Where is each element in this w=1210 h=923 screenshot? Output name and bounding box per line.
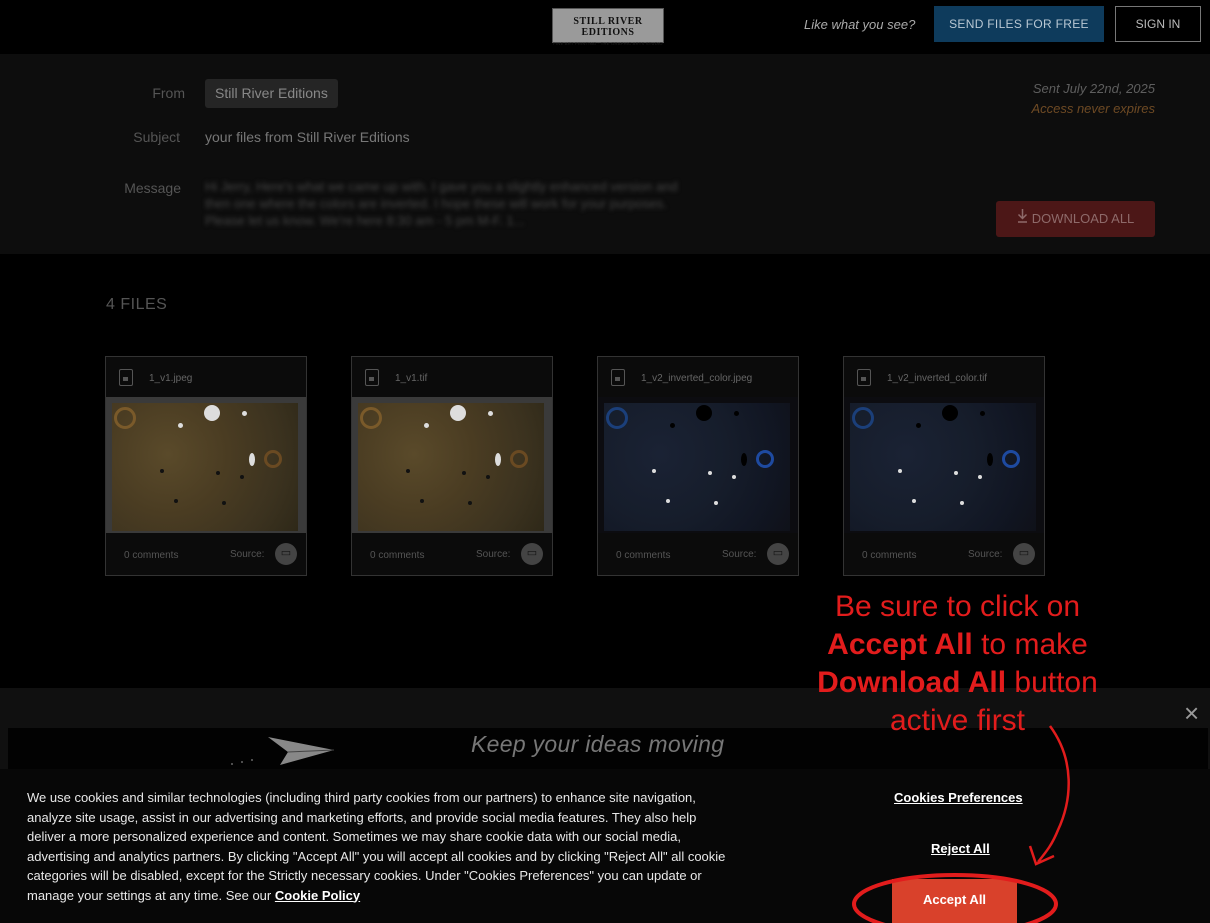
cookie-notice-text: We use cookies and similar technologies … xyxy=(27,788,737,905)
file-card[interactable]: 1_v2_inverted_color.tif 0 comments Sourc… xyxy=(843,356,1045,576)
image-file-icon xyxy=(365,369,379,386)
file-name: 1_v1.jpeg xyxy=(149,373,193,384)
file-name: 1_v2_inverted_color.tif xyxy=(887,373,988,384)
annotation-line-1: Be sure to click on xyxy=(834,590,1081,623)
annotation-line-2: Accept All to make xyxy=(790,626,1125,664)
file-comments[interactable]: 0 comments xyxy=(862,550,916,561)
laptop-icon[interactable]: ▭ xyxy=(767,543,789,565)
send-files-button[interactable]: SEND FILES FOR FREE xyxy=(934,6,1104,42)
file-card[interactable]: 1_v2_inverted_color.jpeg 0 comments Sour… xyxy=(597,356,799,576)
logo[interactable]: STILL RIVER EDITIONS FINE ART PRINTING ·… xyxy=(552,8,664,46)
paper-plane-icon xyxy=(231,737,335,765)
cookie-body: We use cookies and similar technologies … xyxy=(27,790,726,903)
sent-date: Sent July 22nd, 2025 xyxy=(1032,81,1155,96)
file-thumbnail[interactable] xyxy=(106,397,306,533)
annotation-note: Be sure to click on Accept All to make D… xyxy=(790,588,1125,740)
reject-all-button[interactable]: Reject All xyxy=(931,841,990,856)
annotation-accept-all: Accept All xyxy=(827,628,973,661)
subject-value: your files from Still River Editions xyxy=(205,129,410,145)
image-file-icon xyxy=(857,369,871,386)
from-value: Still River Editions xyxy=(205,79,338,108)
file-card[interactable]: 1_v1.jpeg 0 comments Source: ▭ xyxy=(105,356,307,576)
page: STILL RIVER EDITIONS FINE ART PRINTING ·… xyxy=(0,0,1210,923)
annotation-line-2-rest: to make xyxy=(972,628,1088,661)
source-label: Source: xyxy=(968,549,1003,560)
download-all-label: DOWNLOAD ALL xyxy=(1031,211,1135,226)
logo-subtitle: FINE ART PRINTING · THE GRAPHIC ARTS STU… xyxy=(553,41,663,46)
logo-title: STILL RIVER EDITIONS xyxy=(573,16,643,38)
top-bar: STILL RIVER EDITIONS FINE ART PRINTING ·… xyxy=(0,0,1210,54)
file-comments[interactable]: 0 comments xyxy=(616,550,670,561)
message-value: Hi Jerry, Here's what we came up with. I… xyxy=(205,179,678,228)
files-count: 4 FILES xyxy=(106,296,168,313)
laptop-icon[interactable]: ▭ xyxy=(275,543,297,565)
annotation-line-4: active first xyxy=(889,704,1026,737)
laptop-icon[interactable]: ▭ xyxy=(521,543,543,565)
file-comments[interactable]: 0 comments xyxy=(124,550,178,561)
close-icon[interactable]: × xyxy=(1184,700,1199,726)
download-icon xyxy=(1017,201,1028,237)
image-file-icon xyxy=(119,369,133,386)
source-label: Source: xyxy=(476,549,511,560)
image-file-icon xyxy=(611,369,625,386)
file-thumbnail[interactable] xyxy=(598,397,798,533)
file-thumbnail[interactable] xyxy=(844,397,1044,533)
message-label: Message xyxy=(124,180,181,196)
promo-text: Keep your ideas moving xyxy=(471,731,725,757)
sign-in-button[interactable]: SIGN IN xyxy=(1115,6,1201,42)
access-expiry: Access never expires xyxy=(1031,101,1155,116)
annotation-line-3: Download All button xyxy=(790,664,1125,702)
annotation-download-all: Download All xyxy=(817,666,1007,699)
download-all-button[interactable]: DOWNLOAD ALL xyxy=(996,201,1155,237)
source-label: Source: xyxy=(230,549,265,560)
accept-all-button[interactable]: Accept All xyxy=(892,879,1017,923)
file-card[interactable]: 1_v1.tif 0 comments Source: ▭ xyxy=(351,356,553,576)
file-comments[interactable]: 0 comments xyxy=(370,550,424,561)
file-name: 1_v2_inverted_color.jpeg xyxy=(641,373,753,384)
file-name: 1_v1.tif xyxy=(395,373,428,384)
annotation-line-3-rest: button xyxy=(1006,666,1098,699)
cookies-preferences-link[interactable]: Cookies Preferences xyxy=(894,790,1023,805)
laptop-icon[interactable]: ▭ xyxy=(1013,543,1035,565)
from-label: From xyxy=(152,85,185,101)
source-label: Source: xyxy=(722,549,757,560)
file-thumbnail[interactable] xyxy=(352,397,552,533)
tagline: Like what you see? xyxy=(804,17,916,32)
subject-label: Subject xyxy=(133,129,180,145)
cookie-policy-link[interactable]: Cookie Policy xyxy=(275,888,360,903)
